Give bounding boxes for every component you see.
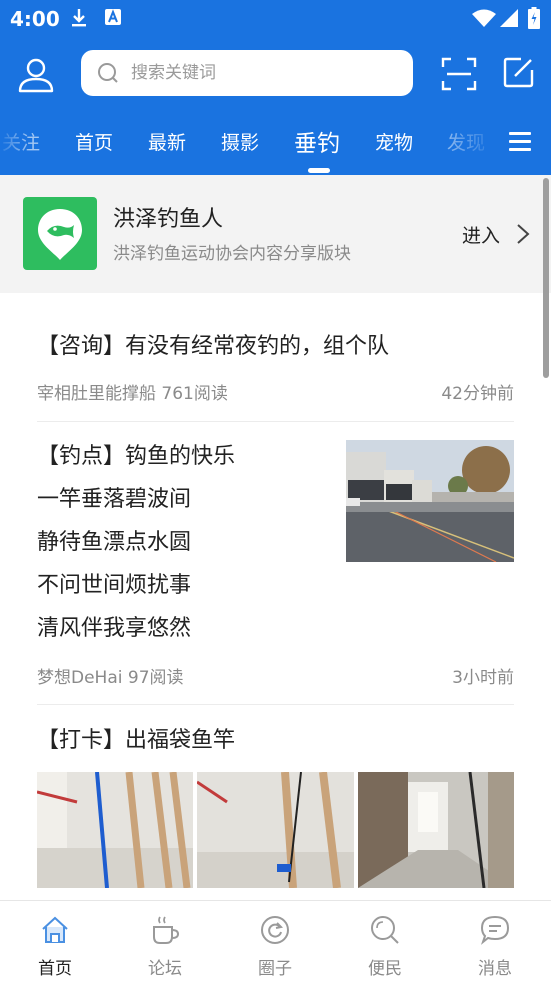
compose-icon[interactable] — [503, 56, 535, 88]
bottom-navigation: 首页 论坛 圈子 便民 消息 — [0, 900, 551, 981]
search-icon — [98, 63, 118, 83]
post-title[interactable]: 【打卡】出福袋鱼竿 — [37, 719, 235, 762]
post-time: 42分钟前 — [441, 384, 514, 404]
post-title-line[interactable]: 【钓点】钩鱼的快乐 — [37, 435, 235, 478]
nav-label: 消息 — [478, 959, 512, 979]
post-title-line[interactable]: 清风伴我享悠然 — [37, 607, 191, 650]
post-author: 宰相肚里能撑船 — [37, 384, 156, 404]
nav-convenience[interactable]: 便民 — [330, 901, 440, 981]
fish-location-icon — [38, 209, 82, 260]
tab-fishing[interactable]: 垂钓 — [294, 124, 340, 158]
battery-icon — [528, 7, 540, 29]
active-tab-indicator — [308, 168, 330, 173]
app-header: 4:00 搜索关键词 首页 最新 摄影 垂钓 宠物 — [0, 0, 551, 175]
refresh-circle-icon — [261, 916, 289, 944]
menu-line — [509, 132, 531, 135]
tab-fade-right — [440, 118, 500, 170]
post-author: 梦想DeHai — [37, 668, 123, 688]
forum-logo — [23, 197, 97, 270]
tab-menu-button[interactable] — [509, 132, 531, 152]
post-title-line[interactable]: 一竿垂落碧波间 — [37, 478, 191, 521]
nav-label: 论坛 — [148, 959, 182, 979]
tab-home[interactable]: 首页 — [75, 128, 113, 155]
nav-forum[interactable]: 论坛 — [110, 901, 220, 981]
wifi-icon — [472, 9, 496, 27]
tab-pets[interactable]: 宠物 — [375, 128, 413, 155]
chat-bubble-icon — [480, 915, 510, 945]
nav-label: 便民 — [368, 959, 402, 979]
forum-card[interactable]: 洪泽钓鱼人 洪泽钓鱼运动协会内容分享版块 进入 — [0, 175, 551, 293]
home-icon — [42, 916, 68, 943]
nav-label: 首页 — [38, 959, 72, 979]
tab-latest[interactable]: 最新 — [148, 128, 186, 155]
chevron-right-icon[interactable] — [516, 223, 530, 245]
coffee-cup-icon — [153, 916, 180, 944]
post-feed: 【咨询】有没有经常夜钓的，组个队 宰相肚里能撑船 761阅读 42分钟前 【钓点… — [0, 293, 551, 900]
category-tabs: 关注 首页 最新 摄影 垂钓 宠物 发现 — [0, 118, 500, 170]
post-author-meta: 宰相肚里能撑船 761阅读 — [37, 379, 228, 404]
post-image-rods-1[interactable] — [37, 772, 193, 888]
nav-messages[interactable]: 消息 — [440, 901, 550, 981]
post-author-meta: 梦想DeHai 97阅读 — [37, 663, 184, 688]
nav-home[interactable]: 首页 — [0, 901, 110, 981]
scan-icon[interactable] — [441, 56, 477, 92]
post-title-line[interactable]: 静待鱼漂点水圆 — [37, 521, 191, 564]
post-image-hallway[interactable] — [358, 772, 514, 888]
tab-fade-left — [0, 118, 30, 170]
nav-circle[interactable]: 圈子 — [220, 901, 330, 981]
post-image-rods-2[interactable] — [197, 772, 354, 888]
post-thumbnail-road[interactable] — [346, 440, 514, 562]
menu-line — [509, 148, 531, 151]
menu-line — [509, 140, 531, 143]
post-reads: 97阅读 — [127, 668, 184, 688]
forum-name: 洪泽钓鱼人 — [113, 207, 224, 232]
divider — [37, 704, 514, 705]
signal-icon — [500, 9, 518, 27]
post-reads: 761阅读 — [161, 384, 228, 404]
post-title-line[interactable]: 不问世间烦扰事 — [37, 564, 191, 607]
forum-enter-button[interactable]: 进入 — [462, 221, 500, 248]
user-profile-icon[interactable] — [17, 56, 55, 94]
forum-description: 洪泽钓鱼运动协会内容分享版块 — [113, 244, 351, 264]
search-icon — [371, 916, 399, 944]
search-bar[interactable] — [81, 50, 413, 96]
post-title[interactable]: 【咨询】有没有经常夜钓的，组个队 — [37, 325, 389, 368]
divider — [37, 421, 514, 422]
download-icon — [72, 9, 86, 27]
status-time: 4:00 — [10, 7, 60, 31]
status-bar: 4:00 — [0, 0, 551, 38]
nav-label: 圈子 — [258, 959, 292, 979]
app-notification-icon — [105, 9, 121, 25]
tab-photography[interactable]: 摄影 — [221, 128, 259, 155]
post-time: 3小时前 — [452, 668, 514, 688]
search-input[interactable] — [131, 50, 401, 96]
top-bar — [0, 50, 551, 98]
scrollbar[interactable] — [543, 178, 549, 378]
